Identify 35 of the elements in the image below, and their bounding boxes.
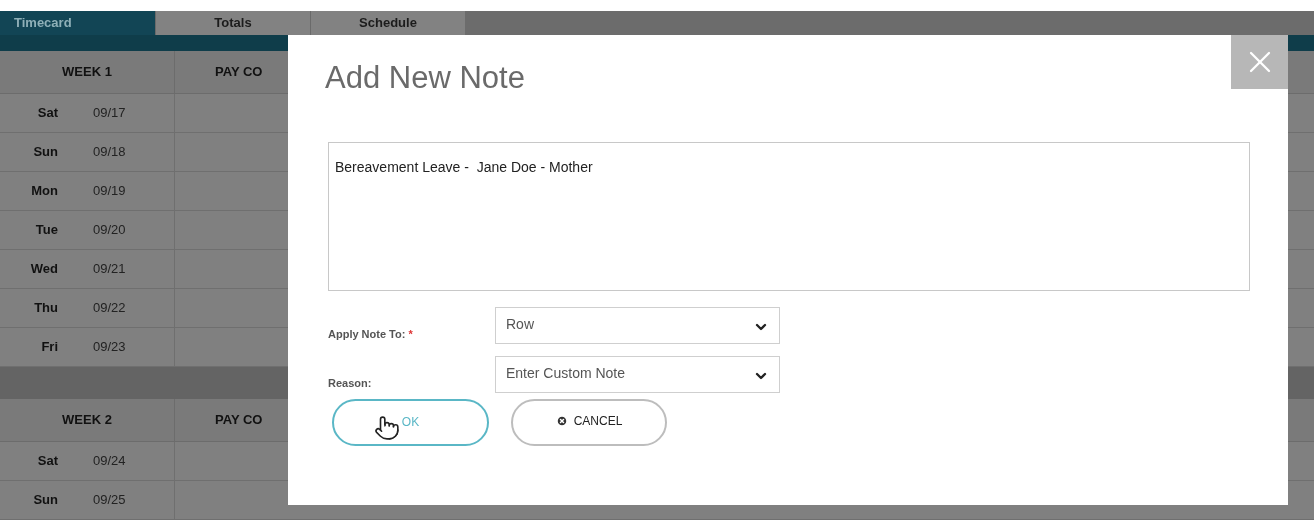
field-label: Reason: [328,375,373,391]
week-header: WEEK 2 [0,399,175,441]
day-cell-text: Fri [40,338,58,357]
tab[interactable]: Totals [155,11,310,35]
dialog-title: Add New Note [325,59,525,97]
date-cell-text: 09/19 [93,182,126,201]
hand-cursor-icon [374,415,400,441]
dropdown-select[interactable]: Row [495,307,780,344]
week-header: WEEK 1 [0,51,175,93]
cancel-button[interactable]: CANCEL [511,399,667,446]
column-header: PAY CO [214,411,263,430]
close-circle-icon [555,414,568,427]
date-cell-text: 09/21 [93,260,126,279]
date-cell-text: 09/22 [93,299,126,318]
day-cell-text: Sun [32,491,58,510]
day-cell-text: Thu [33,299,58,318]
column-header: PAY CO [214,63,263,82]
day-cell-text: Wed [29,260,58,279]
date-cell-text: 09/23 [93,338,126,357]
date-cell-text: 09/18 [93,143,126,162]
tab[interactable]: Schedule [310,11,465,35]
note-textarea[interactable]: Bereavement Leave - Jane Doe - Mother [328,142,1250,291]
date-cell-text: 09/17 [93,104,126,123]
date-cell-text: 09/25 [93,491,126,510]
dropdown-select[interactable]: Enter Custom Note [495,356,780,393]
date-cell-text: 09/24 [93,452,126,471]
close-button[interactable] [1231,35,1288,89]
tab[interactable]: Timecard [0,11,155,35]
day-cell-text: Mon [30,182,58,201]
day-cell-text: Tue [34,221,58,240]
field-label: Apply Note To: * [328,326,414,342]
day-cell-text: Sun [32,143,58,162]
day-cell-text: Sat [36,452,58,471]
day-cell-text: Sat [36,104,58,123]
date-cell-text: 09/20 [93,221,126,240]
